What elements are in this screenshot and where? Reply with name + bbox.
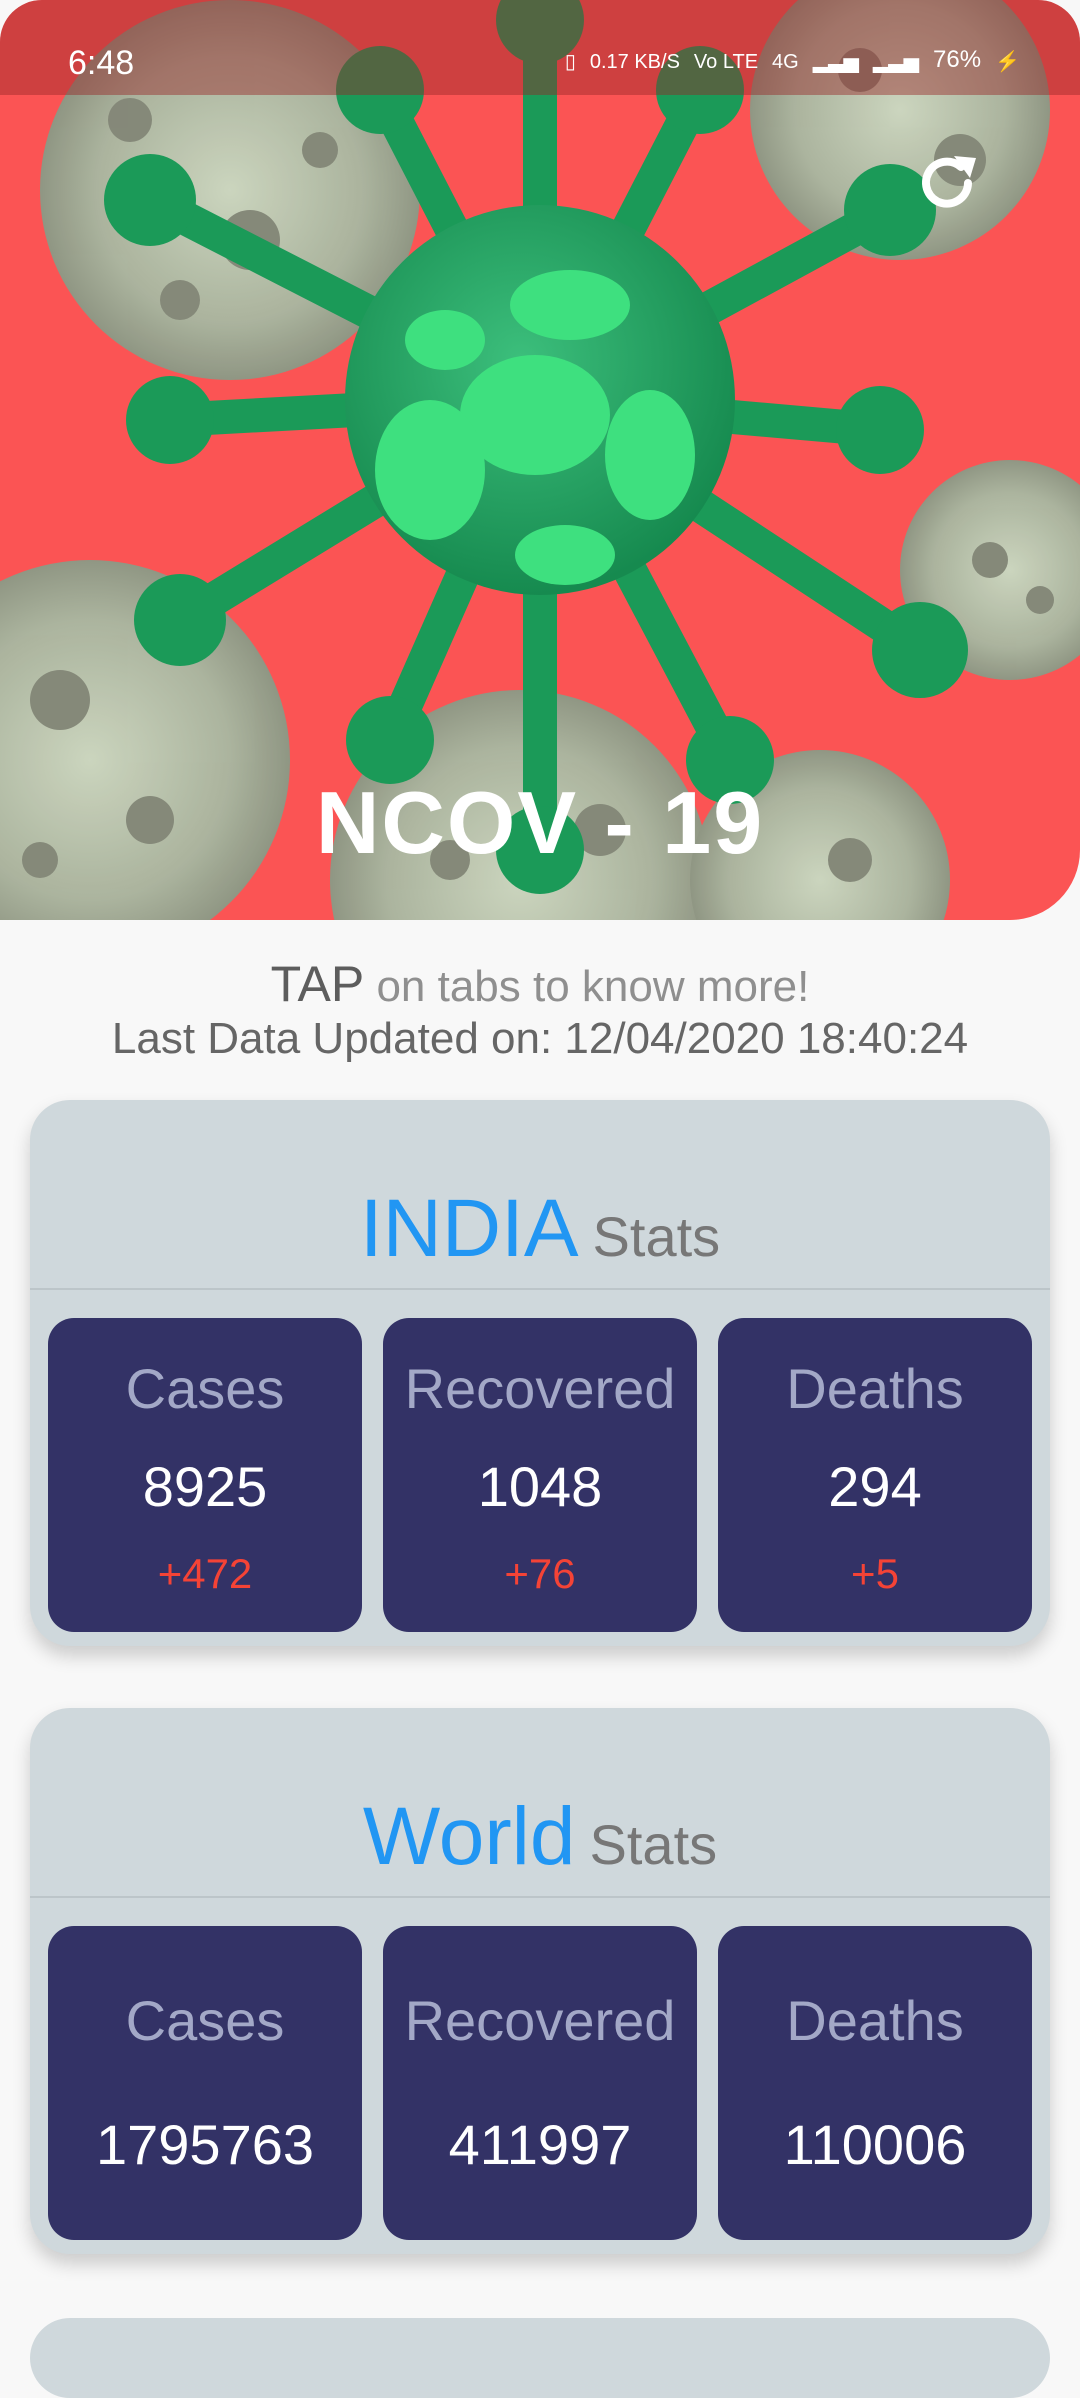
refresh-button[interactable] xyxy=(912,148,982,218)
world-deaths-tile[interactable]: Deaths 110006 xyxy=(718,1926,1032,2240)
card-title: INDIA Stats xyxy=(30,1182,1050,1276)
status-bar: 6:48 ▯ 0.17 KB/S Vo LTE 4G ▂▃▅ ▂▃▅ 76% ⚡ xyxy=(0,0,1080,95)
speed-value: 0.17 xyxy=(589,51,629,73)
tap-hint: TAP on tabs to know more! xyxy=(0,955,1080,1013)
tile-label: Deaths xyxy=(786,1989,964,2052)
india-deaths-tile[interactable]: Deaths 294 +5 xyxy=(718,1318,1032,1632)
speed-unit: KB/S xyxy=(634,51,680,73)
tile-value: 8925 xyxy=(142,1455,268,1518)
header-banner: 6:48 ▯ 0.17 KB/S Vo LTE 4G ▂▃▅ ▂▃▅ 76% ⚡… xyxy=(0,0,1080,920)
status-time: 6:48 xyxy=(68,44,135,82)
next-card-peek[interactable] xyxy=(30,2318,1050,2398)
tile-label: Deaths xyxy=(786,1357,964,1420)
tile-value: 1795763 xyxy=(95,2113,314,2176)
card-title-main: INDIA xyxy=(359,1183,579,1274)
card-title-sub: Stats xyxy=(589,1813,718,1876)
tile-label: Cases xyxy=(125,1989,285,2052)
india-recovered-tile[interactable]: Recovered 1048 +76 xyxy=(383,1318,697,1632)
tile-delta: +472 xyxy=(157,1550,253,1597)
vibrate-icon: ▯ xyxy=(564,51,576,73)
world-cases-tile[interactable]: Cases 1795763 xyxy=(48,1926,362,2240)
card-title: World Stats xyxy=(30,1790,1050,1884)
refresh-icon xyxy=(922,156,976,208)
charging-icon: ⚡ xyxy=(995,51,1020,73)
world-stats-card[interactable]: World Stats Cases 1795763 Recovered 41199… xyxy=(30,1708,1050,2254)
tile-label: Cases xyxy=(125,1357,285,1420)
divider xyxy=(30,1896,1050,1898)
card-title-sub: Stats xyxy=(592,1205,721,1268)
battery-level: 76% xyxy=(933,46,982,73)
signal-icon-2: ▂▃▅ xyxy=(872,51,920,73)
signal-icon: ▂▃▅ xyxy=(812,51,859,73)
last-updated: Last Data Updated on: 12/04/2020 18:40:2… xyxy=(111,1014,969,1063)
india-cases-tile[interactable]: Cases 8925 +472 xyxy=(48,1318,362,1632)
tile-delta: +5 xyxy=(851,1550,899,1597)
tile-delta: +76 xyxy=(504,1550,576,1597)
network-type: 4G xyxy=(772,51,799,73)
app-title: NCOV - 19 xyxy=(315,773,765,872)
tile-label: Recovered xyxy=(404,1989,676,2052)
tile-value: 411997 xyxy=(448,2113,632,2176)
card-title-main: World xyxy=(362,1791,576,1882)
tile-value: 294 xyxy=(828,1455,922,1518)
tap-word: TAP xyxy=(270,956,365,1012)
tile-value: 110006 xyxy=(783,2113,967,2176)
tile-value: 1048 xyxy=(477,1455,603,1518)
world-recovered-tile[interactable]: Recovered 411997 xyxy=(383,1926,697,2240)
divider xyxy=(30,1288,1050,1290)
status-icons: ▯ 0.17 KB/S Vo LTE 4G ▂▃▅ ▂▃▅ 76% ⚡ xyxy=(565,46,1020,74)
volte-label: Vo LTE xyxy=(693,51,759,73)
network-speed: 0.17 KB/S xyxy=(590,51,680,74)
tile-label: Recovered xyxy=(404,1357,676,1420)
tap-hint-text: on tabs to know more! xyxy=(376,962,810,1011)
india-stats-card[interactable]: INDIA Stats Cases 8925 +472 Recovered 104… xyxy=(30,1100,1050,1646)
